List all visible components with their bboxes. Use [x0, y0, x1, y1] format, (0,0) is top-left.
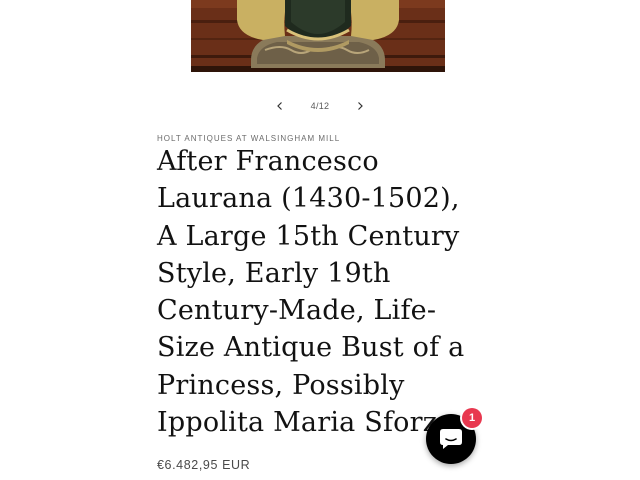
bust-photo [191, 0, 445, 72]
product-title: After Francesco Laurana (1430-1502), A L… [157, 146, 465, 439]
product-image[interactable] [191, 0, 445, 72]
slide-counter: 4/12 [310, 101, 330, 111]
chevron-right-icon [358, 102, 363, 110]
chevron-left-icon [277, 102, 282, 110]
next-slide-button[interactable] [350, 96, 370, 116]
gallery-slider-controls: 4/12 [270, 96, 370, 116]
chat-notification-badge: 1 [462, 408, 482, 428]
chat-bubble-icon [440, 429, 462, 449]
previous-slide-button[interactable] [270, 96, 290, 116]
product-vendor: HOLT ANTIQUES AT WALSINGHAM MILL [157, 134, 341, 143]
product-price: €6.482,95 EUR [157, 458, 251, 472]
